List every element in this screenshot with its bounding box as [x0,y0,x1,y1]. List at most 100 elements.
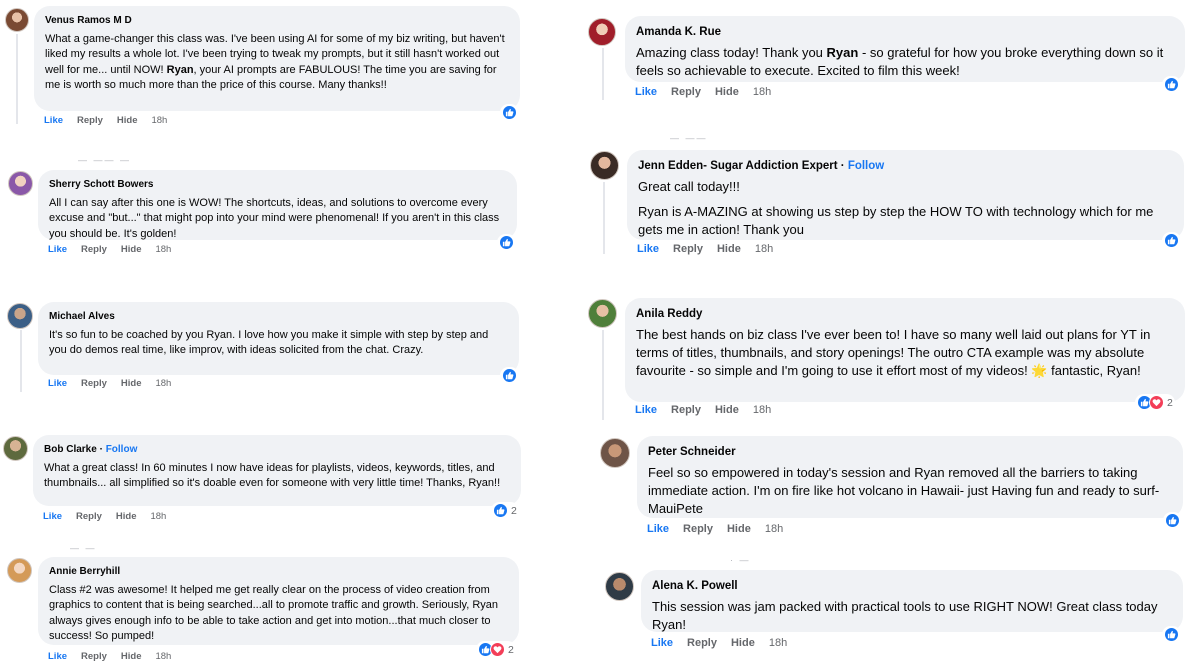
avatar[interactable] [5,8,29,32]
reply-button[interactable]: Reply [81,244,107,255]
comment-author[interactable]: Venus Ramos M D [45,13,509,29]
reaction-summary[interactable]: 2 [1135,394,1175,411]
avatar[interactable] [600,438,630,468]
separator-dots: — — [70,543,97,553]
timestamp[interactable]: 18h [769,637,787,649]
avatar[interactable] [588,18,616,46]
like-button[interactable]: Like [48,651,67,662]
comment-bubble: Jenn Edden- Sugar Addiction Expert · Fol… [627,150,1184,240]
hide-button[interactable]: Hide [731,637,755,649]
comment-author[interactable]: Peter Schneider [648,443,1172,461]
author-name[interactable]: Bob Clarke [44,444,97,455]
reaction-summary[interactable] [500,104,519,121]
comment-text: Great call today!!! Ryan is A-MAZING at s… [638,179,1154,237]
reaction-summary[interactable] [500,367,519,384]
avatar[interactable] [605,572,634,601]
comment-author[interactable]: Alena K. Powell [652,577,1172,595]
reaction-summary[interactable]: 2 [491,502,519,519]
thumbs-up-icon [499,235,514,250]
timestamp[interactable]: 18h [155,244,171,255]
hide-button[interactable]: Hide [117,115,138,126]
separator-dots: — —— [670,133,708,143]
comment-bubble: Sherry Schott Bowers All I can say after… [38,170,517,240]
timestamp[interactable]: 18h [155,651,171,662]
hide-button[interactable]: Hide [715,86,739,98]
follow-button[interactable]: Follow [848,160,884,172]
comment-text: Class #2 was awesome! It helped me get r… [49,583,499,643]
hide-button[interactable]: Hide [121,244,142,255]
timestamp[interactable]: 18h [765,523,783,535]
reply-button[interactable]: Reply [81,651,107,662]
reaction-summary[interactable] [1163,512,1182,529]
thread-line [602,48,604,100]
avatar[interactable] [588,299,617,328]
follow-button[interactable]: Follow [106,444,138,455]
author-name[interactable]: Jenn Edden- Sugar Addiction Expert [638,160,838,172]
comment-actions: Like Reply Hide 18h [48,244,171,255]
reply-button[interactable]: Reply [683,523,713,535]
reply-button[interactable]: Reply [687,637,717,649]
hide-button[interactable]: Hide [121,378,142,389]
reaction-summary[interactable]: 2 [476,641,516,658]
reply-button[interactable]: Reply [81,378,107,389]
hide-button[interactable]: Hide [116,511,137,522]
reply-button[interactable]: Reply [671,86,701,98]
like-button[interactable]: Like [651,637,673,649]
reply-button[interactable]: Reply [671,404,701,416]
comment-bubble: Amanda K. Rue Amazing class today! Thank… [625,16,1185,82]
like-button[interactable]: Like [43,511,62,522]
comment-author[interactable]: Annie Berryhill [49,564,508,580]
comment-bubble: Peter Schneider Feel so so empowered in … [637,436,1183,518]
reaction-summary[interactable] [497,234,516,251]
timestamp[interactable]: 18h [151,115,167,126]
timestamp[interactable]: 18h [753,404,771,416]
separator-dots: — —— — [78,155,132,165]
thread-line [20,330,22,392]
avatar[interactable] [8,171,33,196]
like-button[interactable]: Like [48,244,67,255]
comment-author[interactable]: Anila Reddy [636,305,1174,323]
reaction-summary[interactable] [1162,232,1181,249]
hide-button[interactable]: Hide [727,523,751,535]
like-button[interactable]: Like [647,523,669,535]
reply-button[interactable]: Reply [76,511,102,522]
thumbs-up-icon [502,368,517,383]
hide-button[interactable]: Hide [121,651,142,662]
reply-button[interactable]: Reply [673,243,703,255]
avatar[interactable] [7,558,32,583]
timestamp[interactable]: 18h [755,243,773,255]
like-button[interactable]: Like [637,243,659,255]
comment-bubble: Bob Clarke · Follow What a great class! … [33,435,521,506]
timestamp[interactable]: 18h [155,378,171,389]
like-button[interactable]: Like [44,115,63,126]
comment-bubble: Anila Reddy The best hands on biz class … [625,298,1185,402]
comment-actions: Like Reply Hide 18h [48,378,171,389]
comment-author[interactable]: Sherry Schott Bowers [49,177,506,193]
avatar[interactable] [590,151,619,180]
reply-button[interactable]: Reply [77,115,103,126]
thread-line [16,34,18,124]
timestamp[interactable]: 18h [753,86,771,98]
thumbs-up-icon [1164,77,1179,92]
thread-line [603,182,605,254]
comment-text: It's so fun to be coached by you Ryan. I… [49,328,489,357]
comment-actions: Like Reply Hide 18h [637,243,773,255]
reaction-summary[interactable] [1162,76,1181,93]
hide-button[interactable]: Hide [717,243,741,255]
like-button[interactable]: Like [635,404,657,416]
separator-dots: · — [730,555,751,565]
comment-author: Jenn Edden- Sugar Addiction Expert · Fol… [638,160,885,172]
comment-bubble: Annie Berryhill Class #2 was awesome! It… [38,557,519,645]
avatar[interactable] [3,436,28,461]
comment-author: Bob Clarke · Follow [44,444,138,455]
comment-author[interactable]: Amanda K. Rue [636,23,1174,41]
like-button[interactable]: Like [48,378,67,389]
reaction-summary[interactable] [1162,626,1181,643]
comment-actions: Like Reply Hide 18h [44,115,167,126]
reaction-count: 2 [508,643,514,656]
timestamp[interactable]: 18h [150,511,166,522]
avatar[interactable] [7,303,33,329]
comment-author[interactable]: Michael Alves [49,309,508,325]
like-button[interactable]: Like [635,86,657,98]
hide-button[interactable]: Hide [715,404,739,416]
